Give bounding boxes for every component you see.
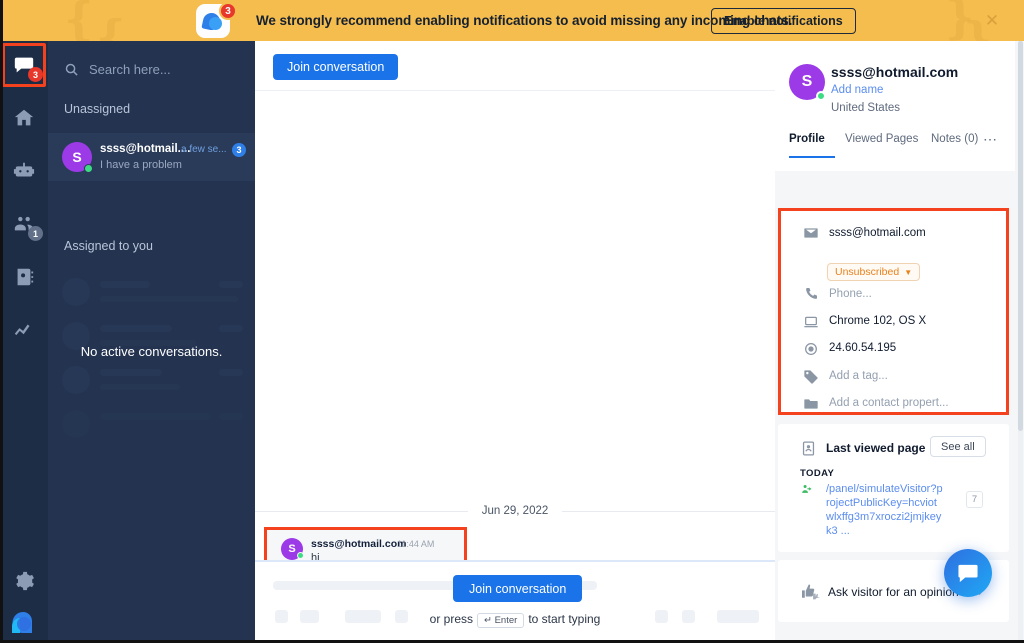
page-person-icon <box>802 441 815 456</box>
conversation-unread-badge: 3 <box>232 143 246 157</box>
join-conversation-button-top[interactable]: Join conversation <box>273 54 399 80</box>
page-title: ssss@hotmail.com <box>831 64 959 80</box>
message-composer: Join conversation or press ↵ Enter to star… <box>255 560 775 643</box>
enable-notifications-button[interactable]: Enable notifications <box>711 8 856 34</box>
conversation-list-item[interactable]: S ssss@hotmail.... a few se... 3 I have … <box>48 133 255 181</box>
section-unassigned-label: Unassigned <box>64 102 131 116</box>
message-author: ssss@hotmail.com <box>311 538 407 550</box>
thumbs-icon <box>802 584 821 600</box>
sidebar-item-settings[interactable] <box>0 559 48 603</box>
sidebar-item-contacts[interactable] <box>0 255 48 299</box>
tab-viewed-pages[interactable]: Viewed Pages <box>845 133 918 145</box>
app-logo-icon <box>12 612 32 633</box>
gear-icon <box>16 571 34 591</box>
see-all-button[interactable]: See all <box>930 436 986 457</box>
chat-widget-button[interactable] <box>944 549 992 597</box>
conversation-sidebar: Unassigned S ssss@hotmail.... a few se..… <box>48 41 290 643</box>
field-email-value: ssss@hotmail.com <box>829 227 926 239</box>
field-browser-value: Chrome 102, OS X <box>829 315 927 327</box>
press-prefix: or press <box>429 612 473 626</box>
online-status-icon <box>84 164 93 173</box>
field-browser-row: Chrome 102, OS X <box>781 312 1006 336</box>
ask-opinion-label: Ask visitor for an opinion <box>828 585 959 599</box>
app-logo-button[interactable] <box>0 601 48 643</box>
field-phone-value: Phone... <box>829 288 872 300</box>
add-name-link[interactable]: Add name <box>831 84 883 96</box>
ellipsis-icon[interactable]: ⋯ <box>983 131 997 148</box>
status-badge: Unsubscribed <box>835 266 900 278</box>
last-viewed-page-card: Last viewed page See all TODAY /panel/si… <box>778 424 1009 552</box>
left-nav-rail: 3 1 <box>0 41 48 643</box>
date-divider-label: Jun 29, 2022 <box>481 505 549 517</box>
sidebar-item-team[interactable]: 1 <box>0 202 48 246</box>
list-item-placeholder <box>48 401 255 449</box>
field-ip-row: 24.60.54.195 <box>781 339 1006 363</box>
field-tag-value: Add a tag... <box>829 370 888 382</box>
search-row <box>48 51 255 87</box>
home-icon <box>14 109 34 126</box>
profile-fields-card: ssss@hotmail.com Unsubscribed ▼ Phone...… <box>778 208 1009 415</box>
close-icon[interactable]: ✕ <box>983 12 1001 30</box>
field-phone-row[interactable]: Phone... <box>781 285 1006 309</box>
field-contact-property-row[interactable]: Add a contact propert... <box>781 394 1006 418</box>
robot-icon <box>13 162 35 177</box>
tab-notes[interactable]: Notes (0) <box>931 133 978 145</box>
search-icon <box>65 63 78 76</box>
field-ip-value: 24.60.54.195 <box>829 342 897 354</box>
banner-unread-badge: 3 <box>219 2 237 20</box>
panel-scrollbar[interactable] <box>1018 41 1023 643</box>
address-book-icon <box>17 268 34 286</box>
banner-decoration-left-2: ❴ <box>92 11 131 41</box>
envelope-icon <box>804 228 818 238</box>
notification-banner: ❴ ❴ ❵ ❵ 3 We strongly recommend enabling… <box>0 0 1024 41</box>
press-suffix: to start typing <box>528 612 601 626</box>
empty-state-text: No active conversations. <box>80 344 223 359</box>
conversation-name: ssss@hotmail.... <box>100 143 191 155</box>
trend-line-icon <box>14 324 30 336</box>
laptop-icon <box>804 316 818 328</box>
online-status-icon <box>816 91 826 101</box>
last-viewed-url-link[interactable]: /panel/simulateVisitor?projectPublicKey=… <box>826 482 944 538</box>
tag-icon <box>804 370 818 384</box>
today-label: TODAY <box>800 468 835 479</box>
sidebar-item-chats[interactable]: 3 <box>0 43 48 87</box>
message-time: 11:44 AM <box>397 539 435 549</box>
chats-unread-badge: 3 <box>28 67 43 82</box>
enter-key-badge: ↵ Enter <box>477 613 525 628</box>
list-item-placeholder <box>48 269 255 317</box>
window-edge-left <box>0 0 3 643</box>
conversation-preview: I have a problem <box>100 159 182 171</box>
folder-icon <box>804 399 818 409</box>
sidebar-item-analytics[interactable] <box>0 308 48 352</box>
sidebar-item-home[interactable] <box>0 96 48 140</box>
phone-icon <box>806 288 817 299</box>
chat-widget-icon <box>958 564 978 583</box>
team-badge: 1 <box>28 226 43 241</box>
chevron-down-icon: ▼ <box>904 267 913 277</box>
visitor-profile-panel: S ssss@hotmail.com Add name United State… <box>775 41 1024 643</box>
visitor-arrow-icon <box>802 484 812 493</box>
chat-message-area: Jun 29, 2022 S ssss@hotmail.com 11:44 AM… <box>255 91 776 601</box>
join-conversation-button-center[interactable]: Join conversation <box>453 575 583 602</box>
search-input[interactable] <box>89 61 229 77</box>
location-target-icon <box>805 343 817 355</box>
field-contact-property-value: Add a contact propert... <box>829 397 949 409</box>
online-status-icon <box>297 552 304 559</box>
subscription-status-chip[interactable]: Unsubscribed ▼ <box>827 263 921 281</box>
press-enter-hint: or press ↵ Enter to start typing <box>255 612 775 628</box>
visitor-country: United States <box>831 102 901 114</box>
field-email-row[interactable]: ssss@hotmail.com <box>781 224 1006 248</box>
date-divider: Jun 29, 2022 <box>255 503 776 519</box>
field-tag-row[interactable]: Add a tag... <box>781 367 1006 391</box>
sidebar-item-chatbot[interactable] <box>0 149 48 193</box>
last-viewed-title: Last viewed page <box>826 441 926 455</box>
scrollbar-thumb[interactable] <box>1018 41 1023 431</box>
profile-tabs: Profile Viewed Pages Notes (0) ⋯ <box>775 131 1015 163</box>
active-tab-indicator <box>789 156 835 158</box>
section-assigned-label: Assigned to you <box>64 239 153 253</box>
list-item-placeholder <box>48 357 255 405</box>
view-count-badge: 7 <box>966 491 983 508</box>
tab-profile[interactable]: Profile <box>789 133 825 145</box>
conversation-time: a few se... <box>181 144 227 155</box>
